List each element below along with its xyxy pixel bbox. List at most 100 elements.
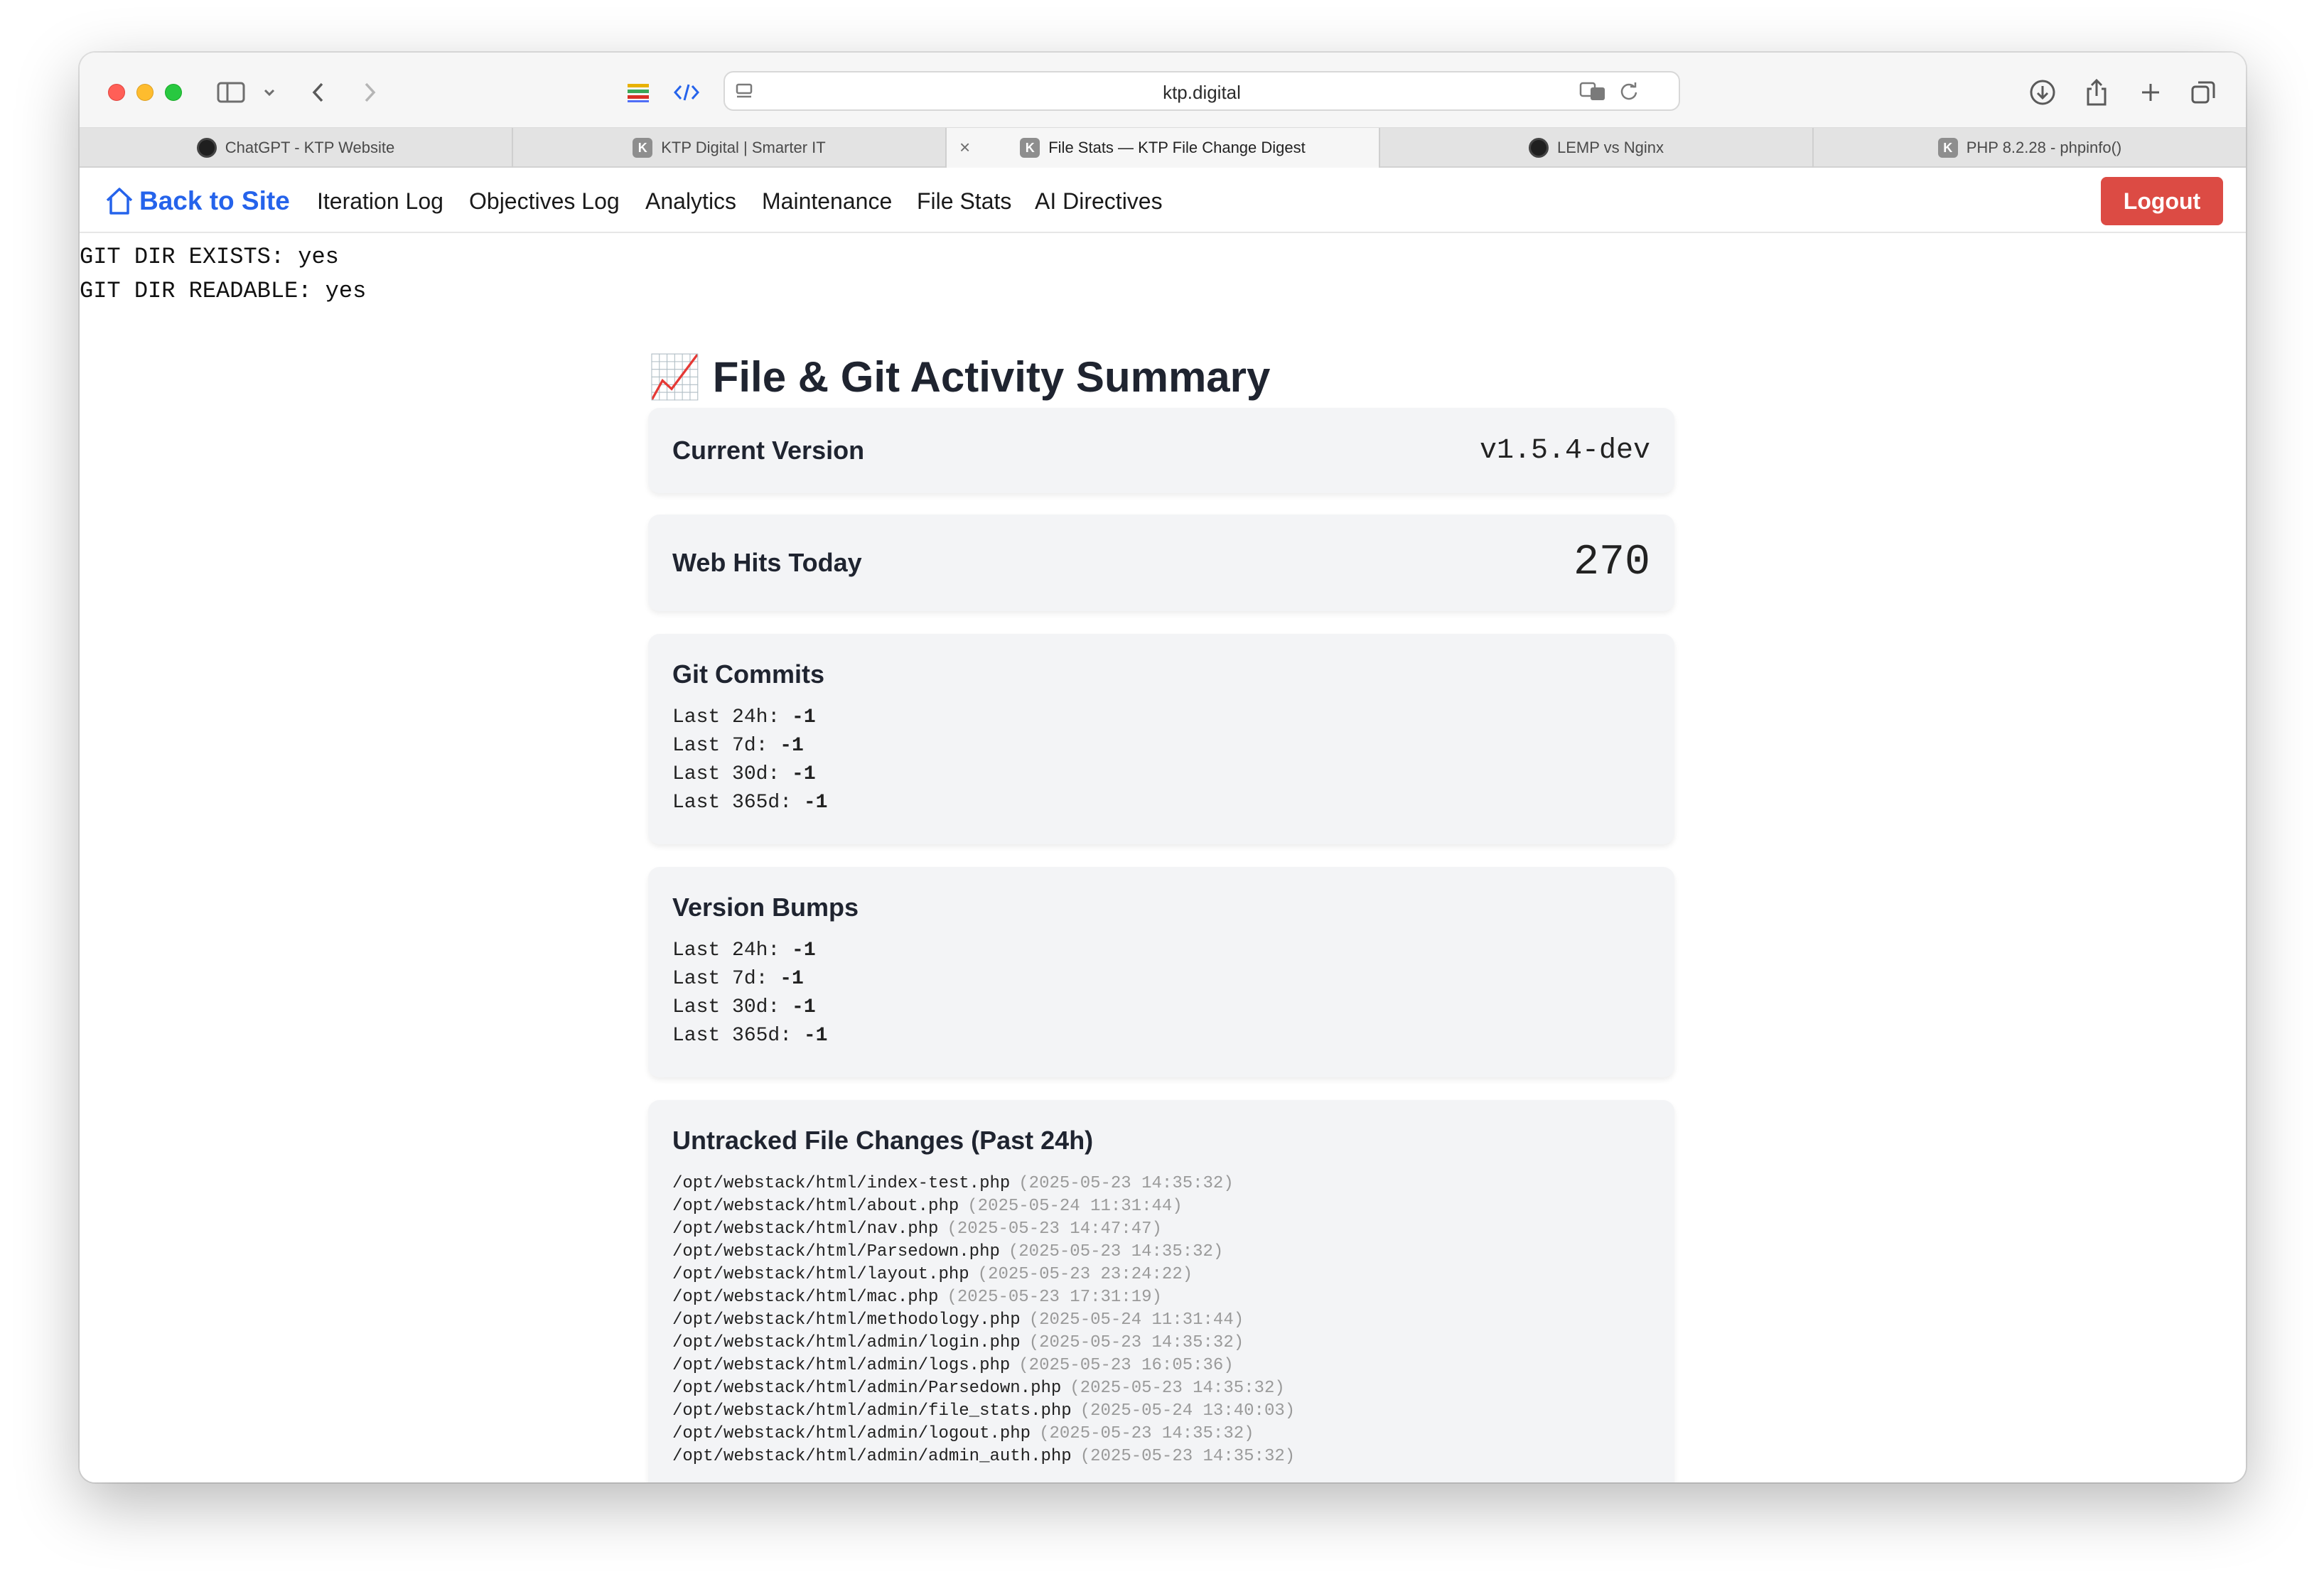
close-tab-icon[interactable]: × — [959, 138, 970, 156]
stat-value: -1 — [792, 939, 816, 962]
stat-line: Last 365d: -1 — [672, 1022, 1650, 1050]
nav-ai-directives[interactable]: AI Directives — [1035, 182, 1163, 220]
file-entry: /opt/webstack/html/layout.php (2025-05-23… — [672, 1264, 1650, 1286]
stat-line: Last 7d: -1 — [672, 965, 1650, 993]
file-entry: /opt/webstack/html/admin/login.php (2025-… — [672, 1332, 1650, 1354]
file-entry: /opt/webstack/html/admin/admin_auth.php (… — [672, 1445, 1650, 1468]
stat-label: Last 7d: — [672, 735, 768, 757]
forward-arrow-icon[interactable] — [357, 74, 382, 111]
debug-line: GIT DIR EXISTS: yes — [80, 244, 339, 270]
file-time: (2025-05-23 14:35:32) — [1008, 1242, 1224, 1261]
browser-window: ktp.digital ChatGPT - KTP Website K KTP … — [80, 53, 2246, 1482]
back-arrow-icon[interactable] — [306, 74, 331, 111]
file-time: (2025-05-23 23:24:22) — [977, 1265, 1193, 1284]
stat-label: Last 365d: — [672, 792, 792, 814]
tab-title: LEMP vs Nginx — [1557, 139, 1664, 156]
tab-chatgpt[interactable]: ChatGPT - KTP Website — [80, 128, 513, 168]
file-time: (2025-05-23 14:35:32) — [1039, 1424, 1254, 1443]
stat-line: Last 30d: -1 — [672, 993, 1650, 1022]
address-bar[interactable]: ktp.digital — [723, 71, 1680, 111]
file-time: (2025-05-23 14:35:32) — [1018, 1174, 1234, 1193]
file-entry: /opt/webstack/html/mac.php (2025-05-23 17… — [672, 1286, 1650, 1309]
file-time: (2025-05-23 14:35:32) — [1028, 1333, 1244, 1352]
stat-value: -1 — [780, 735, 804, 757]
nav-file-stats[interactable]: File Stats — [917, 182, 1011, 220]
stat-line: Last 24h: -1 — [672, 937, 1650, 965]
file-time: (2025-05-24 13:40:03) — [1080, 1401, 1296, 1421]
k-favicon-icon: K — [633, 138, 653, 158]
stat-value: -1 — [780, 968, 804, 990]
translate-icon[interactable] — [1578, 72, 1609, 109]
file-entry: /opt/webstack/html/admin/logs.php (2025-0… — [672, 1354, 1650, 1377]
stat-value: -1 — [792, 996, 816, 1018]
stat-label: Last 7d: — [672, 968, 768, 990]
address-text[interactable]: ktp.digital — [725, 72, 1679, 112]
file-entry: /opt/webstack/html/about.php (2025-05-24 … — [672, 1195, 1650, 1218]
stat-value: -1 — [803, 792, 828, 814]
file-path: /opt/webstack/html/mac.php — [672, 1288, 939, 1307]
back-to-site-label: Back to Site — [139, 186, 290, 215]
downloads-icon[interactable] — [2027, 74, 2058, 111]
reload-icon[interactable] — [1616, 72, 1642, 109]
tab-file-stats[interactable]: × K File Stats — KTP File Change Digest — [947, 128, 1380, 168]
file-entry: /opt/webstack/html/admin/Parsedown.php (2… — [672, 1377, 1650, 1400]
tab-title: PHP 8.2.28 - phpinfo() — [1966, 139, 2122, 156]
untracked-files-title: Untracked File Changes (Past 24h) — [672, 1126, 1094, 1155]
close-window-button[interactable] — [108, 84, 125, 101]
file-path: /opt/webstack/html/admin/logout.php — [672, 1424, 1031, 1443]
version-bumps-card: Version Bumps Last 24h: -1 Last 7d: -1 L… — [648, 867, 1674, 1077]
sidebar-toggle-icon[interactable] — [215, 74, 247, 111]
chart-emoji-icon: 📈 — [648, 352, 701, 401]
home-icon — [106, 188, 133, 215]
file-path: /opt/webstack/html/nav.php — [672, 1219, 939, 1239]
current-version-value: v1.5.4-dev — [1479, 434, 1650, 467]
back-to-site-link[interactable]: Back to Site — [104, 182, 290, 220]
stat-label: Last 30d: — [672, 763, 780, 785]
logout-button[interactable]: Logout — [2101, 177, 2223, 225]
file-time: (2025-05-24 11:31:44) — [1028, 1310, 1244, 1330]
chevron-down-icon[interactable] — [262, 74, 277, 111]
current-version-card: Current Version v1.5.4-dev — [648, 408, 1674, 493]
tab-bar: ChatGPT - KTP Website K KTP Digital | Sm… — [80, 128, 2246, 168]
file-entry: /opt/webstack/html/methodology.php (2025-… — [672, 1309, 1650, 1332]
code-extension-icon[interactable] — [672, 74, 701, 111]
tab-overview-icon[interactable] — [2188, 74, 2219, 111]
nav-objectives-log[interactable]: Objectives Log — [469, 182, 620, 220]
stat-label: Last 365d: — [672, 1025, 792, 1047]
file-time: (2025-05-23 14:35:32) — [1070, 1379, 1285, 1398]
tab-lemp-vs-nginx[interactable]: LEMP vs Nginx — [1380, 128, 1814, 168]
file-path: /opt/webstack/html/Parsedown.php — [672, 1242, 1000, 1261]
page-title-text: File & Git Activity Summary — [712, 352, 1271, 401]
tab-ktp-digital[interactable]: K KTP Digital | Smarter IT — [513, 128, 947, 168]
extension-icon[interactable] — [624, 74, 652, 111]
file-entry: /opt/webstack/html/Parsedown.php (2025-05… — [672, 1241, 1650, 1264]
minimize-window-button[interactable] — [136, 84, 154, 101]
nav-maintenance[interactable]: Maintenance — [762, 182, 892, 220]
file-path: /opt/webstack/html/admin/file_stats.php — [672, 1401, 1072, 1421]
tab-title: KTP Digital | Smarter IT — [661, 139, 826, 156]
zoom-window-button[interactable] — [165, 84, 182, 101]
site-nav: Back to Site Iteration Log Objectives Lo… — [80, 169, 2246, 233]
file-entry: /opt/webstack/html/nav.php (2025-05-23 14… — [672, 1218, 1650, 1241]
untracked-files-card: Untracked File Changes (Past 24h) /opt/w… — [648, 1100, 1674, 1482]
file-entry: /opt/webstack/html/admin/file_stats.php (… — [672, 1400, 1650, 1423]
stat-label: Last 24h: — [672, 939, 780, 962]
stat-value: -1 — [792, 763, 816, 785]
new-tab-icon[interactable] — [2136, 74, 2165, 111]
stat-label: Last 30d: — [672, 996, 780, 1018]
tab-phpinfo[interactable]: K PHP 8.2.28 - phpinfo() — [1814, 128, 2246, 168]
file-path: /opt/webstack/html/index-test.php — [672, 1174, 1011, 1193]
browser-toolbar: ktp.digital — [80, 53, 2246, 128]
page-title: 📈 File & Git Activity Summary — [648, 347, 1270, 406]
file-path: /opt/webstack/html/admin/Parsedown.php — [672, 1379, 1062, 1398]
k-favicon-icon: K — [1020, 138, 1040, 158]
stat-value: -1 — [792, 706, 816, 728]
file-time: (2025-05-23 16:05:36) — [1018, 1356, 1234, 1375]
share-icon[interactable] — [2082, 74, 2111, 111]
nav-analytics[interactable]: Analytics — [645, 182, 736, 220]
current-version-label: Current Version — [672, 436, 865, 465]
debug-output: GIT DIR EXISTS: yes GIT DIR READABLE: ye… — [80, 240, 366, 308]
file-path: /opt/webstack/html/methodology.php — [672, 1310, 1021, 1330]
nav-iteration-log[interactable]: Iteration Log — [317, 182, 443, 220]
stat-value: -1 — [803, 1025, 828, 1047]
